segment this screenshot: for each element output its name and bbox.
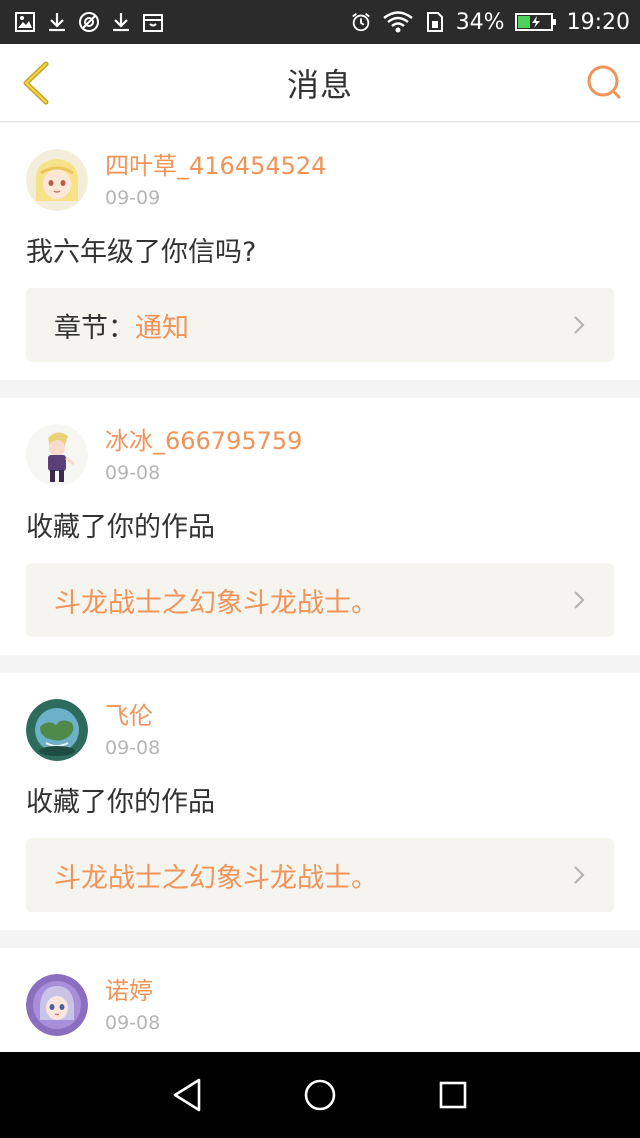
work-link[interactable]: 斗龙战士之幻象斗龙战士。	[26, 563, 614, 637]
username[interactable]: 四叶草_416454524	[105, 151, 326, 181]
app-notification-icon	[78, 11, 100, 33]
status-bar-system: 34% 19:20	[350, 10, 630, 35]
wifi-icon	[382, 11, 414, 33]
sim-icon	[424, 11, 446, 33]
message-text: 收藏了你的作品	[26, 787, 215, 818]
link-text: 章节：通知	[54, 306, 189, 345]
username[interactable]: 诺婷	[105, 976, 160, 1006]
gallery-icon	[14, 11, 36, 33]
triangle-back-icon	[173, 1078, 200, 1112]
battery-charging-icon	[514, 11, 557, 33]
search-button[interactable]	[584, 62, 624, 102]
back-arrow-icon	[23, 61, 49, 105]
avatar[interactable]	[26, 149, 88, 211]
avatar[interactable]	[26, 699, 88, 761]
circle-home-icon	[304, 1079, 336, 1111]
link-text: 斗龙战士之幻象斗龙战士。	[54, 587, 378, 619]
navigation-bar	[0, 1052, 640, 1138]
link-text: 斗龙战士之幻象斗龙战士。	[54, 862, 378, 894]
page-title: 消息	[286, 65, 353, 104]
status-bar: 34% 19:20	[0, 0, 640, 44]
message-card: 冰冰_666795759 09-08 收藏了你的作品 斗龙战士之幻象斗龙战士。	[0, 398, 640, 655]
message-list: 四叶草_416454524 09-09 我六年级了你信吗? 章节：通知 冰冰_6…	[0, 123, 640, 1052]
avatar[interactable]	[26, 424, 88, 486]
square-recents-icon	[440, 1081, 467, 1109]
message-date: 09-08	[105, 462, 161, 484]
clock: 19:20	[566, 9, 630, 35]
link-label: 章节：	[54, 312, 135, 344]
search-icon	[587, 65, 621, 99]
message-text: 我六年级了你信吗?	[26, 237, 257, 268]
header: 消息	[0, 44, 640, 122]
chevron-right-icon	[572, 589, 588, 611]
alarm-icon	[350, 11, 372, 33]
nav-recents-button[interactable]	[423, 1065, 483, 1125]
message-card: 飞伦 09-08 收藏了你的作品 斗龙战士之幻象斗龙战士。	[0, 673, 640, 930]
username[interactable]: 冰冰_666795759	[105, 426, 302, 456]
avatar[interactable]	[26, 974, 88, 1036]
message-date: 09-08	[105, 1012, 161, 1034]
nav-home-button[interactable]	[290, 1065, 350, 1125]
username[interactable]: 飞伦	[105, 701, 160, 731]
message-date: 09-09	[105, 187, 161, 209]
chevron-right-icon	[572, 314, 588, 336]
work-link[interactable]: 斗龙战士之幻象斗龙战士。	[26, 838, 614, 912]
link-value: 通知	[135, 312, 189, 344]
battery-percent: 34%	[455, 9, 505, 35]
download-icon	[46, 11, 68, 33]
message-card: 四叶草_416454524 09-09 我六年级了你信吗? 章节：通知	[0, 123, 640, 380]
status-bar-notifications	[14, 11, 164, 33]
store-icon	[142, 11, 164, 33]
chapter-link[interactable]: 章节：通知	[26, 288, 614, 362]
nav-back-button[interactable]	[157, 1065, 217, 1125]
chevron-right-icon	[572, 864, 588, 886]
back-button[interactable]	[16, 60, 56, 106]
download-icon	[110, 11, 132, 33]
message-date: 09-08	[105, 737, 161, 759]
message-card: 诺婷 09-08	[0, 948, 640, 1052]
message-text: 收藏了你的作品	[26, 512, 215, 543]
